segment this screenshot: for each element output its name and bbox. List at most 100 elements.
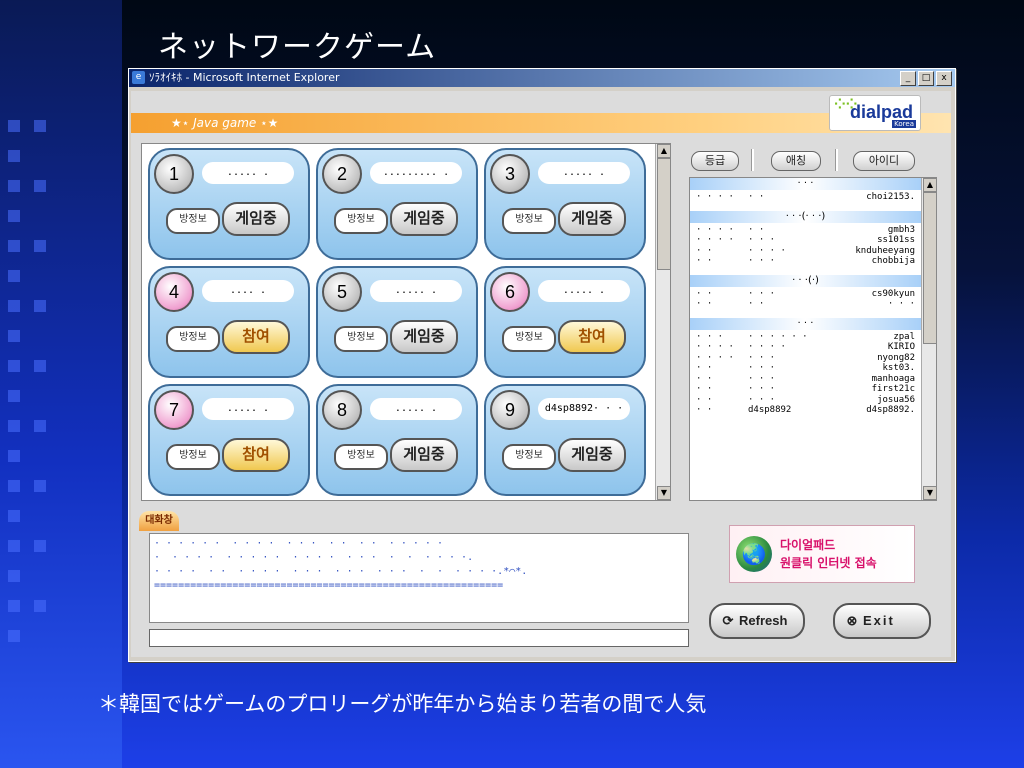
user-row[interactable]: · · · · · · · · KIRIO bbox=[690, 342, 921, 353]
user-row[interactable]: · · · · · first21c bbox=[690, 384, 921, 395]
room-name: ..... . bbox=[538, 280, 630, 302]
scroll-thumb[interactable] bbox=[923, 192, 936, 344]
user-row[interactable]: · · · · · chobbija bbox=[690, 256, 921, 267]
room-join-button[interactable]: 참여 bbox=[222, 320, 290, 354]
room-card[interactable]: 2 ......... . 방정보 게임중 bbox=[316, 148, 478, 260]
user-grade: · · bbox=[696, 363, 713, 373]
user-id: manhoaga bbox=[871, 373, 915, 384]
room-status-button[interactable]: 게임중 bbox=[390, 202, 458, 236]
room-number: 4 bbox=[154, 272, 194, 312]
user-row[interactable]: · · · · · · · ss101ss bbox=[690, 235, 921, 246]
user-id: d4sp8892. bbox=[866, 405, 915, 415]
maximize-button[interactable]: □ bbox=[918, 71, 934, 86]
room-number: 8 bbox=[322, 390, 362, 430]
user-nickname: · · · bbox=[748, 363, 776, 373]
refresh-button[interactable]: ⟳ Refresh bbox=[709, 603, 805, 639]
user-grade: · · · · bbox=[696, 192, 734, 202]
room-info-button[interactable]: 방정보 bbox=[502, 208, 556, 234]
room-number: 2 bbox=[322, 154, 362, 194]
tab-nickname[interactable]: 애칭 bbox=[771, 151, 821, 171]
close-button[interactable]: x bbox=[936, 71, 952, 86]
minimize-button[interactable]: _ bbox=[900, 71, 916, 86]
java-game-label: ★⋆ Java game ⋆★ bbox=[171, 116, 279, 130]
user-id: choi2153. bbox=[866, 192, 915, 202]
user-row[interactable]: · · · · · · gmbh3 bbox=[690, 225, 921, 236]
room-status-button[interactable]: 게임중 bbox=[390, 438, 458, 472]
room-name: ..... . bbox=[202, 398, 294, 420]
room-status-button[interactable]: 게임중 bbox=[558, 438, 626, 472]
tab-divider bbox=[835, 149, 838, 171]
room-info-button[interactable]: 방정보 bbox=[334, 326, 388, 352]
room-info-button[interactable]: 방정보 bbox=[502, 444, 556, 470]
user-row[interactable]: · · · · · · · · · zpal bbox=[690, 332, 921, 343]
chat-tab[interactable]: 대화창 bbox=[139, 511, 179, 531]
room-info-button[interactable]: 방정보 bbox=[166, 444, 220, 470]
room-card[interactable]: 8 ..... . 방정보 게임중 bbox=[316, 384, 478, 496]
room-number: 3 bbox=[490, 154, 530, 194]
room-number: 7 bbox=[154, 390, 194, 430]
user-row[interactable]: · · · · · · · bbox=[690, 299, 921, 310]
room-card[interactable]: 3 ..... . 방정보 게임중 bbox=[484, 148, 646, 260]
room-join-button[interactable]: 참여 bbox=[558, 320, 626, 354]
user-row[interactable]: · · · · · cs90kyun bbox=[690, 289, 921, 300]
room-info-button[interactable]: 방정보 bbox=[334, 208, 388, 234]
room-status-button[interactable]: 게임중 bbox=[558, 202, 626, 236]
user-nickname: · · · bbox=[748, 384, 776, 394]
game-lobby: ★⋆ Java game ⋆★ ⁘⁘ dialpad Korea 1 .....… bbox=[131, 91, 951, 657]
user-grade: · · · · bbox=[696, 235, 734, 245]
room-info-button[interactable]: 방정보 bbox=[166, 208, 220, 234]
user-list-rows: · · · · · · · · · choi2153. · · ·(· · ·) · · … bbox=[690, 178, 921, 416]
user-id: gmbh3 bbox=[887, 224, 915, 235]
room-info-button[interactable]: 방정보 bbox=[166, 326, 220, 352]
window-titlebar: e ｿﾗｵｲｷﾎ - Microsoft Internet Explorer _… bbox=[129, 69, 955, 87]
room-name: ..... . bbox=[538, 162, 630, 184]
room-name: .... . bbox=[202, 280, 294, 302]
room-list-scrollbar[interactable]: ▲ ▼ bbox=[655, 144, 670, 500]
tab-grade[interactable]: 등급 bbox=[691, 151, 739, 171]
globe-icon: 🌏 bbox=[736, 536, 772, 572]
chat-line: ========================================… bbox=[154, 580, 504, 591]
exit-icon: ⊗ bbox=[846, 613, 858, 628]
room-status-button[interactable]: 게임중 bbox=[222, 202, 290, 236]
ad-line-1: 다이얼패드 bbox=[780, 538, 836, 552]
user-sort-tabs: 등급 애칭 아이디 bbox=[691, 149, 921, 171]
user-grade: · · bbox=[696, 405, 713, 415]
user-row[interactable]: · · · · · · knduheeyang bbox=[690, 246, 921, 257]
user-row[interactable]: · · · · · · choi2153. bbox=[690, 192, 921, 203]
scroll-down-icon[interactable]: ▼ bbox=[923, 486, 936, 500]
user-list-scrollbar[interactable]: ▲ ▼ bbox=[921, 178, 936, 500]
room-card[interactable]: 1 ..... . 방정보 게임중 bbox=[148, 148, 310, 260]
user-id: ss101ss bbox=[877, 235, 915, 245]
room-status-button[interactable]: 게임중 bbox=[390, 320, 458, 354]
user-row[interactable]: · · · · · · · nyong82 bbox=[690, 353, 921, 364]
user-row[interactable]: · · · · · kst03. bbox=[690, 363, 921, 374]
chat-line: · · · · · · · · · · · · · · · · · · · · … bbox=[154, 552, 474, 563]
room-info-button[interactable]: 방정보 bbox=[334, 444, 388, 470]
room-card[interactable]: 6 ..... . 방정보 참여 bbox=[484, 266, 646, 378]
window-title: ｿﾗｵｲｷﾎ - Microsoft Internet Explorer bbox=[149, 71, 340, 84]
scroll-up-icon[interactable]: ▲ bbox=[923, 178, 936, 192]
ad-line-2: 원클릭 인터넷 접속 bbox=[780, 556, 877, 570]
user-row[interactable]: · · · · · manhoaga bbox=[690, 374, 921, 385]
room-join-button[interactable]: 참여 bbox=[222, 438, 290, 472]
room-card[interactable]: 5 ..... . 방정보 게임중 bbox=[316, 266, 478, 378]
room-card[interactable]: 9 d4sp8892· · · 방정보 게임중 bbox=[484, 384, 646, 496]
room-card[interactable]: 7 ..... . 방정보 참여 bbox=[148, 384, 310, 496]
room-name: ..... . bbox=[202, 162, 294, 184]
chat-input[interactable] bbox=[149, 629, 689, 647]
user-row[interactable]: · · · · · josua56 bbox=[690, 395, 921, 406]
user-id: KIRIO bbox=[887, 342, 915, 352]
room-number: 5 bbox=[322, 272, 362, 312]
room-info-button[interactable]: 방정보 bbox=[502, 326, 556, 352]
room-card[interactable]: 4 .... . 방정보 참여 bbox=[148, 266, 310, 378]
user-row[interactable]: · · d4sp8892 d4sp8892. bbox=[690, 405, 921, 416]
user-group-header: · · · bbox=[690, 178, 921, 190]
user-id: first21c bbox=[871, 384, 915, 394]
scroll-up-icon[interactable]: ▲ bbox=[657, 144, 670, 158]
tab-id[interactable]: 아이디 bbox=[853, 151, 915, 171]
scroll-thumb[interactable] bbox=[657, 158, 670, 270]
scroll-down-icon[interactable]: ▼ bbox=[657, 486, 670, 500]
exit-button[interactable]: ⊗ Exit bbox=[833, 603, 931, 639]
dialpad-ad-banner[interactable]: 🌏 다이얼패드 원클릭 인터넷 접속 bbox=[729, 525, 915, 583]
